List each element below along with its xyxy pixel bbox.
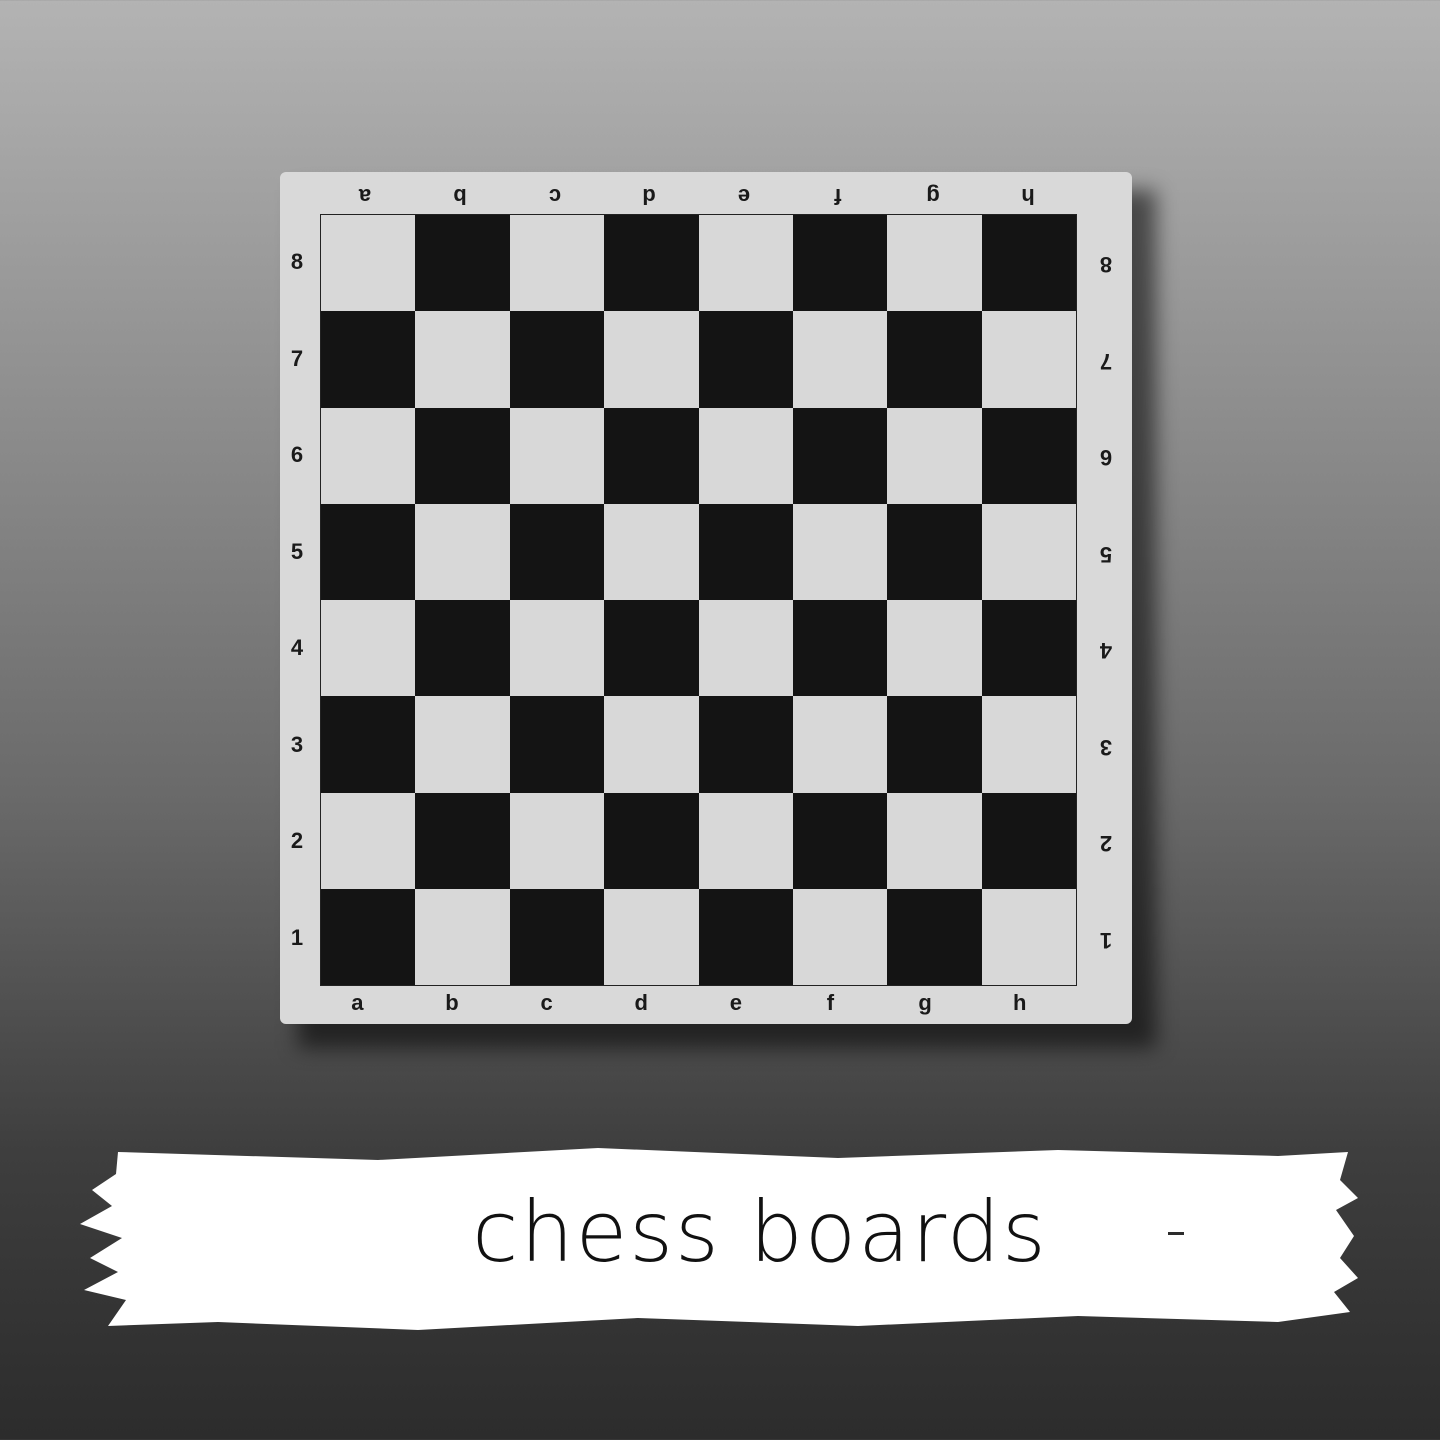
square-b1 <box>415 888 510 985</box>
square-c3 <box>509 696 605 793</box>
square-a3 <box>321 696 416 793</box>
square-b7 <box>415 311 510 408</box>
file-label-bottom-g: g <box>918 990 932 1015</box>
rank-label-right-7: 7 <box>1099 348 1113 374</box>
square-h6 <box>981 407 1076 504</box>
rank-label-right-5: 5 <box>1099 541 1113 567</box>
rank-label-left-5: 5 <box>290 538 304 564</box>
file-label-top-c: c <box>548 184 561 209</box>
square-b5 <box>415 503 510 600</box>
caption-text: chess boards <box>472 1183 1048 1281</box>
rank-label-right-2: 2 <box>1099 831 1113 857</box>
square-g2 <box>887 792 982 889</box>
square-e5 <box>698 503 793 600</box>
square-d4 <box>604 600 699 697</box>
square-d2 <box>604 792 699 889</box>
square-g4 <box>887 600 982 697</box>
rank-label-left-6: 6 <box>290 442 304 468</box>
square-c5 <box>509 503 605 600</box>
file-label-top-e: e <box>737 184 750 209</box>
square-g7 <box>887 311 982 408</box>
square-h2 <box>981 792 1076 889</box>
file-label-top-b: b <box>453 184 467 209</box>
file-label-bottom-a: a <box>351 990 364 1015</box>
file-label-top-h: h <box>1020 184 1035 209</box>
rank-label-left-1: 1 <box>290 924 304 950</box>
file-label-bottom-b: b <box>445 990 459 1015</box>
square-e2 <box>698 792 793 889</box>
rank-label-left-7: 7 <box>290 345 304 371</box>
file-label-top-g: g <box>926 184 940 209</box>
square-f4 <box>792 600 888 697</box>
square-f7 <box>792 311 888 408</box>
rank-label-right-4: 4 <box>1099 638 1113 664</box>
square-a5 <box>321 503 416 600</box>
square-h5 <box>981 503 1076 600</box>
square-g3 <box>887 696 982 793</box>
square-b8 <box>415 215 510 312</box>
square-h7 <box>981 311 1076 408</box>
square-d1 <box>604 888 699 985</box>
square-f2 <box>792 792 888 889</box>
square-h8 <box>981 215 1076 312</box>
square-a6 <box>321 407 416 504</box>
rank-label-left-2: 2 <box>290 828 304 854</box>
file-label-bottom-c: c <box>540 990 553 1015</box>
square-e4 <box>698 600 793 697</box>
rank-label-left-3: 3 <box>290 731 304 757</box>
square-b6 <box>415 407 510 504</box>
square-f1 <box>792 888 888 985</box>
square-d5 <box>604 503 699 600</box>
square-g6 <box>887 407 982 504</box>
square-g1 <box>887 888 982 985</box>
square-h4 <box>981 600 1076 697</box>
square-c8 <box>509 215 605 312</box>
square-c2 <box>509 792 605 889</box>
square-h1 <box>981 888 1076 985</box>
rank-label-right-6: 6 <box>1099 445 1113 471</box>
file-label-top-a: a <box>359 184 372 209</box>
square-e8 <box>698 215 793 312</box>
file-label-top-f: f <box>834 184 843 209</box>
square-d7 <box>604 311 699 408</box>
board-grid <box>320 214 1077 986</box>
square-c7 <box>509 311 605 408</box>
rank-label-left-4: 4 <box>290 635 304 661</box>
square-b4 <box>415 600 510 697</box>
square-a7 <box>321 311 416 408</box>
rank-label-right-8: 8 <box>1099 252 1113 278</box>
square-f3 <box>792 696 888 793</box>
square-h3 <box>981 696 1076 793</box>
file-label-top-d: d <box>642 184 656 209</box>
square-f5 <box>792 503 888 600</box>
square-a2 <box>321 792 416 889</box>
square-f8 <box>792 215 888 312</box>
file-label-bottom-d: d <box>634 990 648 1015</box>
rank-label-left-8: 8 <box>290 249 304 275</box>
square-c4 <box>509 600 605 697</box>
rank-label-right-1: 1 <box>1099 927 1113 953</box>
square-d6 <box>604 407 699 504</box>
square-a1 <box>321 888 416 985</box>
square-e7 <box>698 311 793 408</box>
square-b2 <box>415 792 510 889</box>
square-f6 <box>792 407 888 504</box>
file-label-bottom-h: h <box>1012 990 1027 1015</box>
square-d8 <box>604 215 699 312</box>
square-c6 <box>509 407 605 504</box>
rank-label-right-3: 3 <box>1099 734 1113 760</box>
square-d3 <box>604 696 699 793</box>
square-e6 <box>698 407 793 504</box>
square-a4 <box>321 600 416 697</box>
square-a8 <box>321 215 416 312</box>
file-label-bottom-e: e <box>729 990 742 1015</box>
square-e1 <box>698 888 793 985</box>
file-label-bottom-f: f <box>826 990 835 1015</box>
square-e3 <box>698 696 793 793</box>
square-g8 <box>887 215 982 312</box>
square-g5 <box>887 503 982 600</box>
square-c1 <box>509 888 605 985</box>
square-b3 <box>415 696 510 793</box>
